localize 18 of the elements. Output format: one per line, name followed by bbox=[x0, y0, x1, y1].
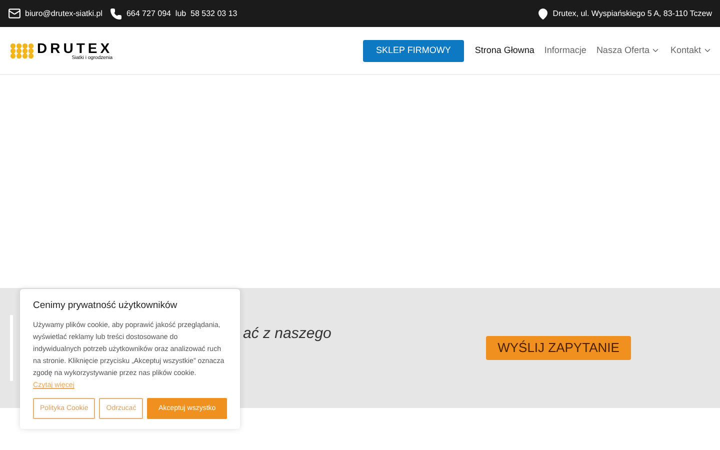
nav-link[interactable]: Strona Głowna bbox=[474, 44, 534, 58]
send-inquiry-button[interactable]: WYŚLIJ ZAPYTANIE bbox=[486, 336, 632, 360]
banner-text: ać z naszego bbox=[243, 324, 332, 344]
nav-menu-link[interactable]: Nasza Oferta bbox=[596, 44, 650, 58]
chevron-down-icon bbox=[703, 46, 712, 55]
phone-icon bbox=[110, 8, 122, 20]
phone-numbers: 664 727 094 lub 58 532 03 13 bbox=[126, 8, 238, 20]
logo-name: DRUTEX bbox=[37, 40, 113, 54]
address-text: Drutex, ul. Wyspiańskiego 5 A, 83-110 Tczew bbox=[552, 8, 712, 20]
email-link[interactable]: biuro@drutex-siatki.pl bbox=[25, 8, 102, 20]
nav-menu-link[interactable]: Kontakt bbox=[670, 44, 701, 58]
nav-link[interactable]: Informacje bbox=[544, 44, 586, 58]
mail-icon bbox=[8, 7, 21, 20]
shop-button[interactable]: SKLEP FIRMOWY bbox=[363, 40, 464, 62]
location-pin-icon bbox=[536, 8, 549, 20]
chevron-down-icon bbox=[651, 46, 660, 55]
cookie-title: Cenimy prywatność użytkowników bbox=[33, 299, 178, 313]
logo-icon bbox=[10, 42, 34, 58]
